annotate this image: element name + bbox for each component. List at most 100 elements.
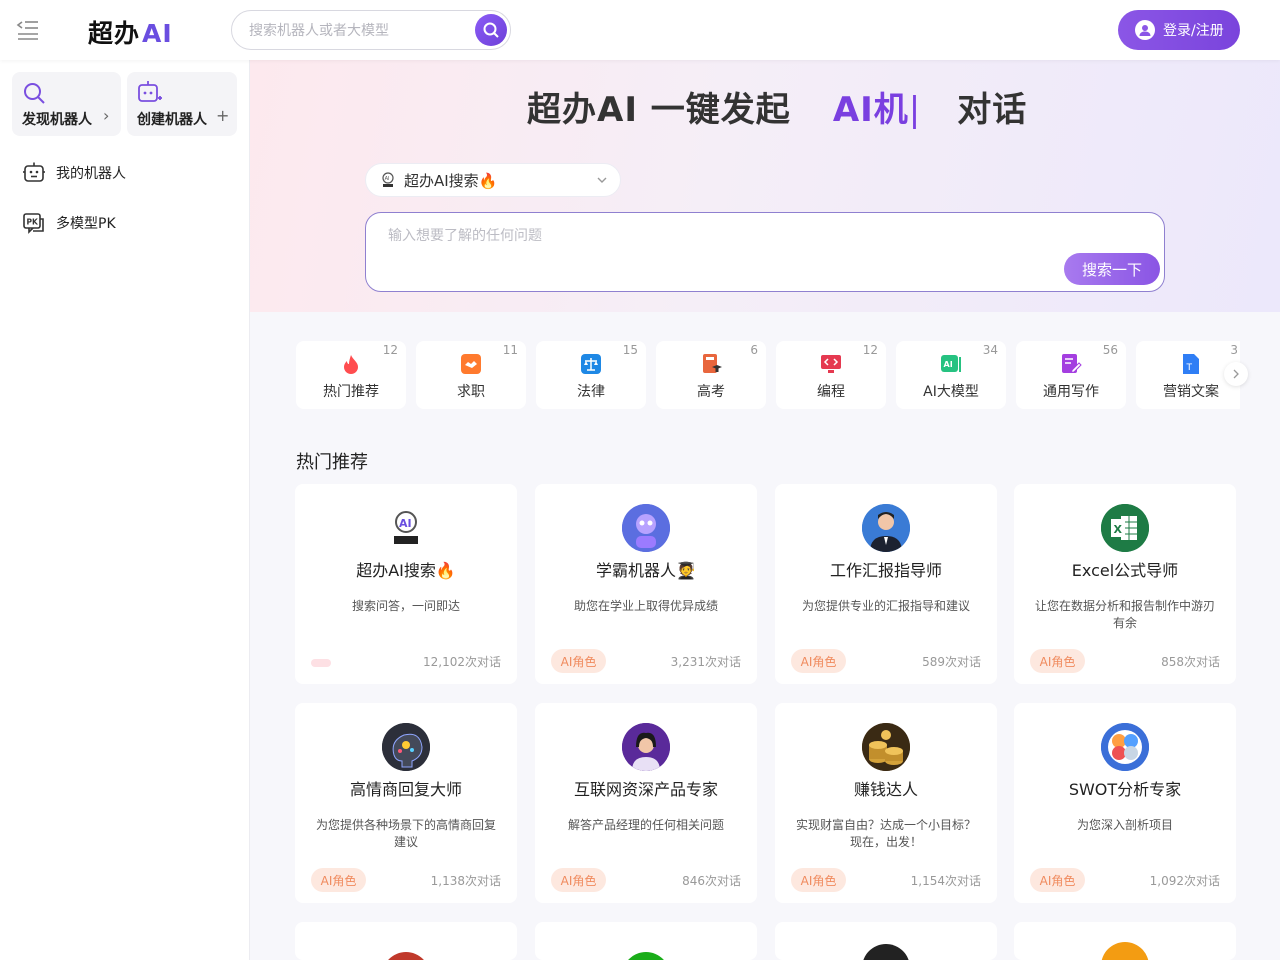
- svg-text:AI: AI: [944, 360, 953, 369]
- edit-doc-icon: [1062, 354, 1082, 374]
- discover-bots-card[interactable]: 发现机器人 ›: [12, 72, 121, 136]
- login-register-button[interactable]: 登录/注册: [1118, 10, 1240, 50]
- bot-tag: AI角色: [1030, 868, 1085, 892]
- excel-icon: X: [1101, 504, 1149, 552]
- category-job[interactable]: 11 求职: [416, 341, 526, 409]
- sidebar: 发现机器人 › 创建机器人 + 我的机器人 PK 多模型PK: [0, 60, 250, 960]
- bot-description: 搜索问答，一问即达: [351, 599, 460, 613]
- bot-chat-count: 3,231次对话: [670, 655, 741, 669]
- pk-icon: PK: [23, 213, 44, 234]
- category-writing[interactable]: 56 通用写作: [1016, 341, 1126, 409]
- category-count: 6: [750, 343, 758, 357]
- person-avatar-icon: [862, 504, 910, 552]
- category-programming[interactable]: 12 编程: [776, 341, 886, 409]
- category-gaokao[interactable]: 6 高考: [656, 341, 766, 409]
- bot-card[interactable]: SWOT分析专家 为您深入剖析项目 AI角色 1,092次对话: [1014, 703, 1236, 903]
- swot-avatar-icon: [1101, 723, 1149, 771]
- bot-card[interactable]: 学霸机器人🧑‍🎓 助您在学业上取得优异成绩 AI角色 3,231次对话: [535, 484, 757, 684]
- ai-chip-icon: AI: [941, 355, 961, 372]
- bot-name: 高情商回复大师: [349, 780, 462, 799]
- sidebar-item-label: 我的机器人: [56, 166, 126, 182]
- chaoban-logo-icon: AI: [382, 504, 430, 552]
- bot-tag: AI角色: [791, 649, 846, 673]
- exam-book-icon: [703, 354, 722, 373]
- create-bot-card[interactable]: 创建机器人 +: [127, 72, 237, 136]
- category-count: 11: [502, 343, 518, 357]
- category-hot[interactable]: 12 热门推荐: [296, 341, 406, 409]
- sidebar-item-model-pk[interactable]: PK 多模型PK: [22, 210, 116, 236]
- hero-title-highlight: AI机: [832, 90, 909, 130]
- plus-icon: +: [216, 106, 230, 125]
- bot-card[interactable]: 工作汇报指导师 为您提供专业的汇报指导和建议 AI角色 589次对话: [775, 484, 997, 684]
- bot-card[interactable]: [535, 922, 757, 960]
- search-button[interactable]: [475, 14, 507, 46]
- bot-card[interactable]: 高情商回复大师 为您提供各种场景下的高情商回复建议 AI角色 1,138次对话: [295, 703, 517, 903]
- chaoban-logo-icon: AI: [382, 172, 394, 187]
- bot-tag: AI角色: [551, 649, 606, 673]
- top-search-input[interactable]: [249, 20, 469, 42]
- bot-name: 超办AI搜索🔥: [356, 561, 456, 580]
- scale-icon: [581, 354, 601, 374]
- bot-chat-count: 12,102次对话: [423, 655, 501, 669]
- coins-avatar-icon: [862, 723, 910, 771]
- person-avatar-icon: [622, 723, 670, 771]
- login-register-label: 登录/注册: [1163, 23, 1224, 39]
- create-bot-label: 创建机器人: [137, 112, 207, 128]
- bot-tag: AI角色: [551, 868, 606, 892]
- top-search-bar: [231, 10, 511, 50]
- ask-search-button[interactable]: 搜索一下: [1064, 253, 1160, 285]
- svg-text:T: T: [1186, 363, 1193, 373]
- bot-card[interactable]: [295, 922, 517, 960]
- fire-icon: [344, 355, 358, 374]
- category-label: 热门推荐: [323, 384, 379, 400]
- category-scroll-right-button[interactable]: [1224, 362, 1248, 386]
- bot-card[interactable]: X Excel公式导师 让您在数据分析和报告制作中游刃有余 AI角色 858次对…: [1014, 484, 1236, 684]
- bot-name: 工作汇报指导师: [829, 561, 942, 580]
- bot-avatar: [382, 952, 430, 960]
- ask-input[interactable]: [388, 225, 1048, 275]
- category-label: 高考: [697, 384, 725, 400]
- bot-avatar: [622, 952, 670, 960]
- menu-collapse-icon[interactable]: [16, 19, 40, 41]
- category-ai-models[interactable]: 34 AI AI大模型: [896, 341, 1006, 409]
- robot-avatar-icon: [622, 504, 670, 552]
- bot-description: 为您深入剖析项目: [1076, 818, 1173, 832]
- bot-card[interactable]: 互联网资深产品专家 解答产品经理的任何相关问题 AI角色 846次对话: [535, 703, 757, 903]
- bot-card[interactable]: AI 超办AI搜索🔥 搜索问答，一问即达 12,102次对话: [295, 484, 517, 684]
- chevron-right-icon: [1233, 369, 1239, 379]
- category-label: 求职: [457, 384, 485, 400]
- create-bot-icon: [137, 81, 163, 109]
- brand-logo[interactable]: 超办AI: [88, 14, 173, 50]
- bot-description: 为您提供各种场景下的高情商回复建议: [315, 818, 496, 849]
- ask-box: 搜索一下: [365, 212, 1165, 292]
- bot-card[interactable]: [775, 922, 997, 960]
- top-bar: 超办AI 登录/注册: [0, 0, 1280, 60]
- category-tabs: 12 热门推荐 11 求职 15 法律 6 高考 12 编程 34 AI AI大…: [296, 341, 1240, 409]
- category-label: AI大模型: [923, 384, 979, 400]
- bot-tag: AI角色: [791, 868, 846, 892]
- category-label: 编程: [817, 384, 845, 400]
- model-select[interactable]: AI 超办AI搜索🔥: [365, 163, 621, 197]
- search-icon: [483, 22, 499, 38]
- search-icon: [22, 81, 46, 109]
- brain-avatar-icon: [382, 723, 430, 771]
- bot-card[interactable]: 赚钱达人 实现财富自由？达成一个小目标？现在，出发！ AI角色 1,154次对话: [775, 703, 997, 903]
- sidebar-item-my-bots[interactable]: 我的机器人: [22, 160, 126, 186]
- user-icon: [1135, 20, 1155, 40]
- typing-caret: |: [908, 90, 922, 130]
- bot-name: 互联网资深产品专家: [573, 780, 718, 799]
- bot-card[interactable]: [1014, 922, 1236, 960]
- category-label: 通用写作: [1043, 384, 1099, 400]
- bot-chat-count: 1,154次对话: [910, 874, 981, 888]
- hero-title-main: 超办AI 一键发起: [527, 90, 791, 130]
- bot-chat-count: 1,092次对话: [1149, 874, 1220, 888]
- robot-icon: [23, 162, 45, 182]
- model-select-value: 超办AI搜索🔥: [404, 171, 498, 190]
- hero-title-rest: 对话: [957, 90, 1028, 130]
- svg-text:AI: AI: [399, 517, 412, 530]
- bot-description: 让您在数据分析和报告制作中游刃有余: [1034, 599, 1215, 630]
- bot-tag: AI角色: [1030, 649, 1085, 673]
- category-law[interactable]: 15 法律: [536, 341, 646, 409]
- bot-name: Excel公式导师: [1071, 561, 1179, 580]
- monitor-code-icon: [821, 355, 841, 373]
